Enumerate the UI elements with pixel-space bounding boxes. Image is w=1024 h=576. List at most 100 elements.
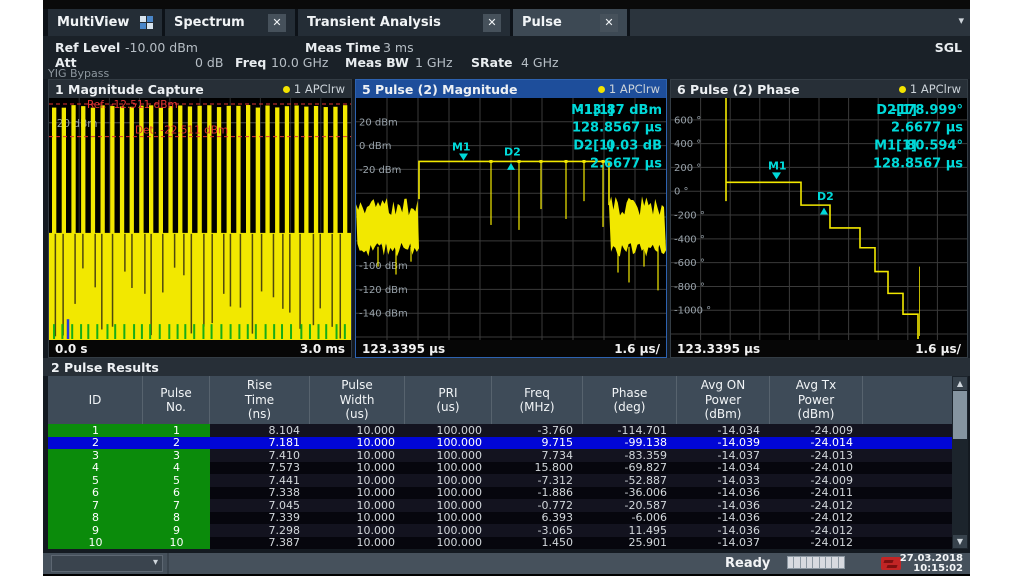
tab-pulse[interactable]: Pulse ✕ <box>513 9 627 36</box>
table-cell: 3 <box>48 449 143 462</box>
table-row[interactable]: 447.57310.000100.00015.800-69.827-14.034… <box>48 462 952 475</box>
table-row[interactable]: 227.18110.000100.0009.715-99.138-14.039-… <box>48 437 952 450</box>
tab-transient-analysis[interactable]: Transient Analysis ✕ <box>298 9 510 36</box>
table-cell: 100.000 <box>405 462 492 475</box>
scroll-down-icon[interactable]: ▼ <box>953 535 967 548</box>
table-cell: 100.000 <box>405 524 492 537</box>
svg-text:-400 °: -400 ° <box>674 234 705 245</box>
table-cell: 1 <box>48 424 143 437</box>
panel-pulse-magnitude[interactable]: 5 Pulse (2) Magnitude 1 APClrw 20 dBm0 d… <box>355 79 667 358</box>
trace-legend: 1 APClrw <box>598 82 660 96</box>
progress-segment <box>826 557 831 568</box>
table-cell: 4 <box>143 462 210 475</box>
ref-level-value: -10.00 dBm <box>125 40 198 55</box>
panel-magnitude-capture[interactable]: 1 Magnitude Capture 1 APClrw -20 dBm Ref… <box>48 79 352 358</box>
chevron-down-icon[interactable]: ▾ <box>958 14 964 27</box>
x-start: 123.3395 µs <box>362 342 445 356</box>
panel-pulse-phase[interactable]: 6 Pulse (2) Phase 1 APClrw 600 °400 °200… <box>670 79 968 358</box>
close-icon[interactable]: ✕ <box>268 14 286 32</box>
sequence-dropdown[interactable]: ▾ <box>51 555 163 572</box>
table-cell: 100.000 <box>405 499 492 512</box>
marker-m1-label: M1 <box>768 159 787 172</box>
column-header[interactable]: ID <box>48 376 143 424</box>
column-header[interactable]: Pulse No. <box>143 376 210 424</box>
column-header[interactable]: Avg ON Power (dBm) <box>677 376 770 424</box>
x-axis-scale: 123.3395 µs 1.6 µs/ <box>671 340 967 357</box>
table-header-row: IDPulse No.Rise Time (ns)Pulse Width (us… <box>48 376 952 424</box>
table-row[interactable]: 337.41010.000100.0007.734-83.359-14.037-… <box>48 449 952 462</box>
table-cell: 10.000 <box>310 487 405 500</box>
table-cell: -24.009 <box>770 474 863 487</box>
column-header[interactable]: Pulse Width (us) <box>310 376 405 424</box>
table-row[interactable]: 10107.38710.000100.0001.45025.901-14.037… <box>48 537 952 550</box>
close-icon[interactable]: ✕ <box>483 14 501 32</box>
table-body: 118.10410.000100.000-3.760-114.701-14.03… <box>48 424 952 549</box>
x-start: 0.0 s <box>55 342 88 356</box>
table-cell: -14.034 <box>677 462 770 475</box>
close-icon[interactable]: ✕ <box>600 14 618 32</box>
table-row[interactable]: 118.10410.000100.000-3.760-114.701-14.03… <box>48 424 952 437</box>
marker-d2-label: D2 <box>504 146 521 159</box>
x-end: 3.0 ms <box>300 342 345 356</box>
table-row[interactable]: 777.04510.000100.000-0.772-20.587-14.036… <box>48 499 952 512</box>
x-scale: 1.6 µs/ <box>915 342 961 356</box>
column-header[interactable]: Rise Time (ns) <box>210 376 310 424</box>
marker-m1-label: M1 <box>452 141 471 154</box>
table-cell: 100.000 <box>405 537 492 550</box>
ref-line-label: Ref. -12.511 dBm <box>87 99 178 111</box>
column-header[interactable]: Phase (deg) <box>583 376 677 424</box>
progress-segment <box>820 557 825 568</box>
table-cell: -36.006 <box>583 487 677 500</box>
table-cell: 7.410 <box>210 449 310 462</box>
svg-text:0 dBm: 0 dBm <box>359 141 391 152</box>
multiview-grid-icon <box>140 16 153 29</box>
readout-d2-value: -178.999° <box>892 103 963 118</box>
table-row[interactable]: 997.29810.000100.000-3.06511.495-14.036-… <box>48 524 952 537</box>
trace-label: 1 APClrw <box>609 82 660 96</box>
table-cell: 5 <box>143 474 210 487</box>
table-cell: 7.338 <box>210 487 310 500</box>
att-value: 0 dB <box>195 55 223 70</box>
tab-pulse-label: Pulse <box>522 15 562 30</box>
results-title-text: 2 Pulse Results <box>51 360 159 375</box>
svg-text:-20 dBm: -20 dBm <box>359 165 401 176</box>
tab-transient-label: Transient Analysis <box>307 15 441 30</box>
progress-segment <box>832 557 837 568</box>
table-cell: -14.033 <box>677 474 770 487</box>
table-scrollbar[interactable]: ▲ ▼ <box>952 376 968 549</box>
tab-multiview[interactable]: MultiView <box>48 9 162 36</box>
table-cell: 100.000 <box>405 424 492 437</box>
table-cell: 10.000 <box>310 512 405 525</box>
table-cell: -83.359 <box>583 449 677 462</box>
table-cell: 10.000 <box>310 524 405 537</box>
table-cell: 25.901 <box>583 537 677 550</box>
panel-header-selected: 5 Pulse (2) Magnitude 1 APClrw <box>356 80 666 98</box>
tab-spectrum[interactable]: Spectrum ✕ <box>165 9 295 36</box>
svg-text:0 °: 0 ° <box>674 187 689 198</box>
trace-label: 1 APClrw <box>294 82 345 96</box>
table-cell: -52.887 <box>583 474 677 487</box>
marker-d2-label: D2 <box>817 190 834 203</box>
table-cell: 10.000 <box>310 462 405 475</box>
scrollbar-thumb[interactable] <box>953 391 967 439</box>
column-header[interactable]: Avg Tx Power (dBm) <box>770 376 863 424</box>
table-row[interactable]: 557.44110.000100.000-7.312-52.887-14.033… <box>48 474 952 487</box>
column-header[interactable]: Freq (MHz) <box>492 376 583 424</box>
meas-time-label: Meas Time <box>305 40 380 55</box>
table-cell: 10.000 <box>310 424 405 437</box>
table-cell: 15.800 <box>492 462 583 475</box>
table-cell: -24.010 <box>770 462 863 475</box>
table-row[interactable]: 667.33810.000100.000-1.886-36.006-14.036… <box>48 487 952 500</box>
pulse-magnitude-chart: 20 dBm0 dBm-20 dBm-80 dBm-100 dBm-120 dB… <box>356 98 666 340</box>
table-row[interactable]: 887.33910.000100.0006.393-6.006-14.036-2… <box>48 512 952 525</box>
tab-spectrum-label: Spectrum <box>174 15 245 30</box>
table-cell: 10.000 <box>310 449 405 462</box>
table-cell: 9 <box>48 524 143 537</box>
column-header[interactable]: PRI (us) <box>405 376 492 424</box>
table-cell: -24.012 <box>770 537 863 550</box>
trace-dot-icon <box>598 86 605 93</box>
table-cell-filler <box>863 462 952 475</box>
scroll-up-icon[interactable]: ▲ <box>953 377 967 390</box>
table-cell: 1.450 <box>492 537 583 550</box>
channel-settings-bar[interactable]: Ref Level -10.00 dBm Meas Time 3 ms SGL … <box>43 36 970 79</box>
